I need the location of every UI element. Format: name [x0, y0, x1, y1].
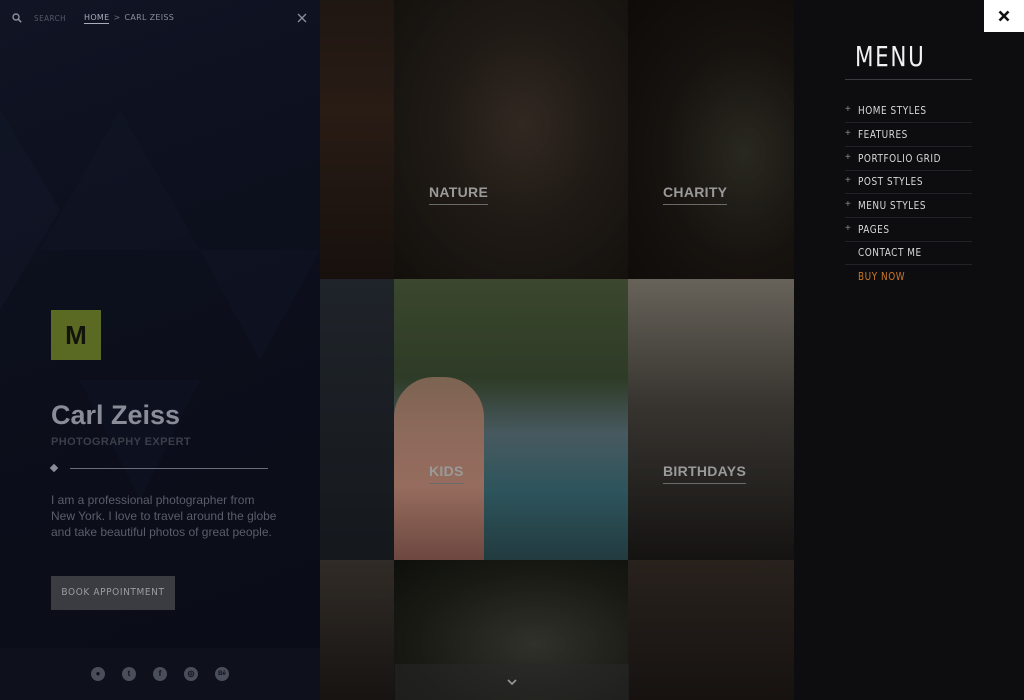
tile-label: KIDS: [429, 463, 464, 484]
search-input[interactable]: SEARCH: [34, 14, 66, 23]
menu-item-label: MENU STYLES: [858, 199, 927, 212]
social-bar: ● t f ◎ Bē: [0, 648, 320, 700]
chevron-down-icon: [507, 679, 517, 686]
close-icon[interactable]: [296, 12, 308, 24]
menu-item-label: CONTACT ME: [858, 246, 922, 259]
search-icon[interactable]: [12, 13, 22, 23]
close-menu-button[interactable]: [984, 0, 1024, 32]
portfolio-tile-birthdays[interactable]: BIRTHDAYS: [628, 279, 794, 560]
breadcrumb-current: CARL ZEISS: [124, 13, 175, 22]
tile-label: CHARITY: [663, 184, 728, 205]
menu-item-label: PAGES: [858, 223, 890, 236]
portfolio-tile-partial[interactable]: [628, 560, 794, 700]
profile-panel: SEARCH HOME > CARL ZEISS M Carl Zeiss PHOT…: [0, 0, 320, 700]
plus-icon: +: [845, 104, 851, 115]
profile-bio: I am a professional photographer from Ne…: [51, 493, 277, 539]
menu-item-features[interactable]: + FEATURES: [845, 123, 972, 147]
menu-item-post-styles[interactable]: + POST STYLES: [845, 170, 972, 194]
plus-icon: +: [845, 128, 851, 139]
menu-item-home-styles[interactable]: + HOME STYLES: [845, 99, 972, 123]
breadcrumb-home-link[interactable]: HOME: [84, 13, 110, 24]
facebook-icon[interactable]: f: [153, 667, 167, 681]
tile-label: BIRTHDAYS: [663, 463, 747, 484]
menu-item-menu-styles[interactable]: + MENU STYLES: [845, 194, 972, 218]
menu-item-label: HOME STYLES: [858, 104, 927, 117]
top-bar: SEARCH HOME > CARL ZEISS: [0, 0, 320, 36]
portfolio-tile-partial[interactable]: [320, 0, 394, 279]
menu-item-pages[interactable]: + PAGES: [845, 218, 972, 242]
portfolio-tile-charity[interactable]: CHARITY: [628, 0, 794, 279]
tile-label: NATURE: [429, 184, 489, 205]
menu-item-portfolio-grid[interactable]: + PORTFOLIO GRID: [845, 147, 972, 171]
menu-item-label: BUY NOW: [858, 270, 906, 283]
portfolio-tile-kids[interactable]: KIDS: [394, 279, 628, 560]
portfolio-grid: NATURE CHARITY KIDS BIRTHDAYS: [320, 0, 794, 700]
portfolio-tile-partial[interactable]: [320, 560, 394, 700]
plus-icon: +: [845, 199, 851, 210]
behance-icon[interactable]: Bē: [215, 667, 229, 681]
menu-item-label: POST STYLES: [858, 175, 924, 188]
plus-icon: +: [845, 175, 851, 186]
portfolio-tile-partial[interactable]: [320, 279, 394, 560]
menu-item-label: PORTFOLIO GRID: [858, 152, 941, 165]
divider: [70, 468, 268, 469]
menu-item-label: FEATURES: [858, 128, 908, 141]
twitter-icon[interactable]: t: [122, 667, 136, 681]
logo: M: [51, 310, 101, 360]
book-appointment-button[interactable]: BOOK APPOINTMENT: [51, 576, 175, 610]
close-icon: [998, 10, 1010, 22]
profile-role: PHOTOGRAPHY EXPERT: [51, 436, 192, 448]
instagram-icon[interactable]: ◎: [184, 667, 198, 681]
scroll-down-button[interactable]: [395, 664, 629, 700]
plus-icon: +: [845, 152, 851, 163]
plus-icon: +: [845, 223, 851, 234]
breadcrumb: HOME > CARL ZEISS: [84, 13, 175, 24]
menu-title: MENU: [855, 40, 926, 73]
menu-item-contact-me[interactable]: CONTACT ME: [845, 241, 972, 265]
menu-title-divider: [845, 79, 972, 80]
portfolio-tile-nature[interactable]: NATURE: [394, 0, 628, 279]
dribbble-icon[interactable]: ●: [91, 667, 105, 681]
profile-name: Carl Zeiss: [51, 400, 181, 430]
menu-item-buy-now[interactable]: BUY NOW: [845, 265, 972, 288]
breadcrumb-separator: >: [113, 13, 121, 22]
